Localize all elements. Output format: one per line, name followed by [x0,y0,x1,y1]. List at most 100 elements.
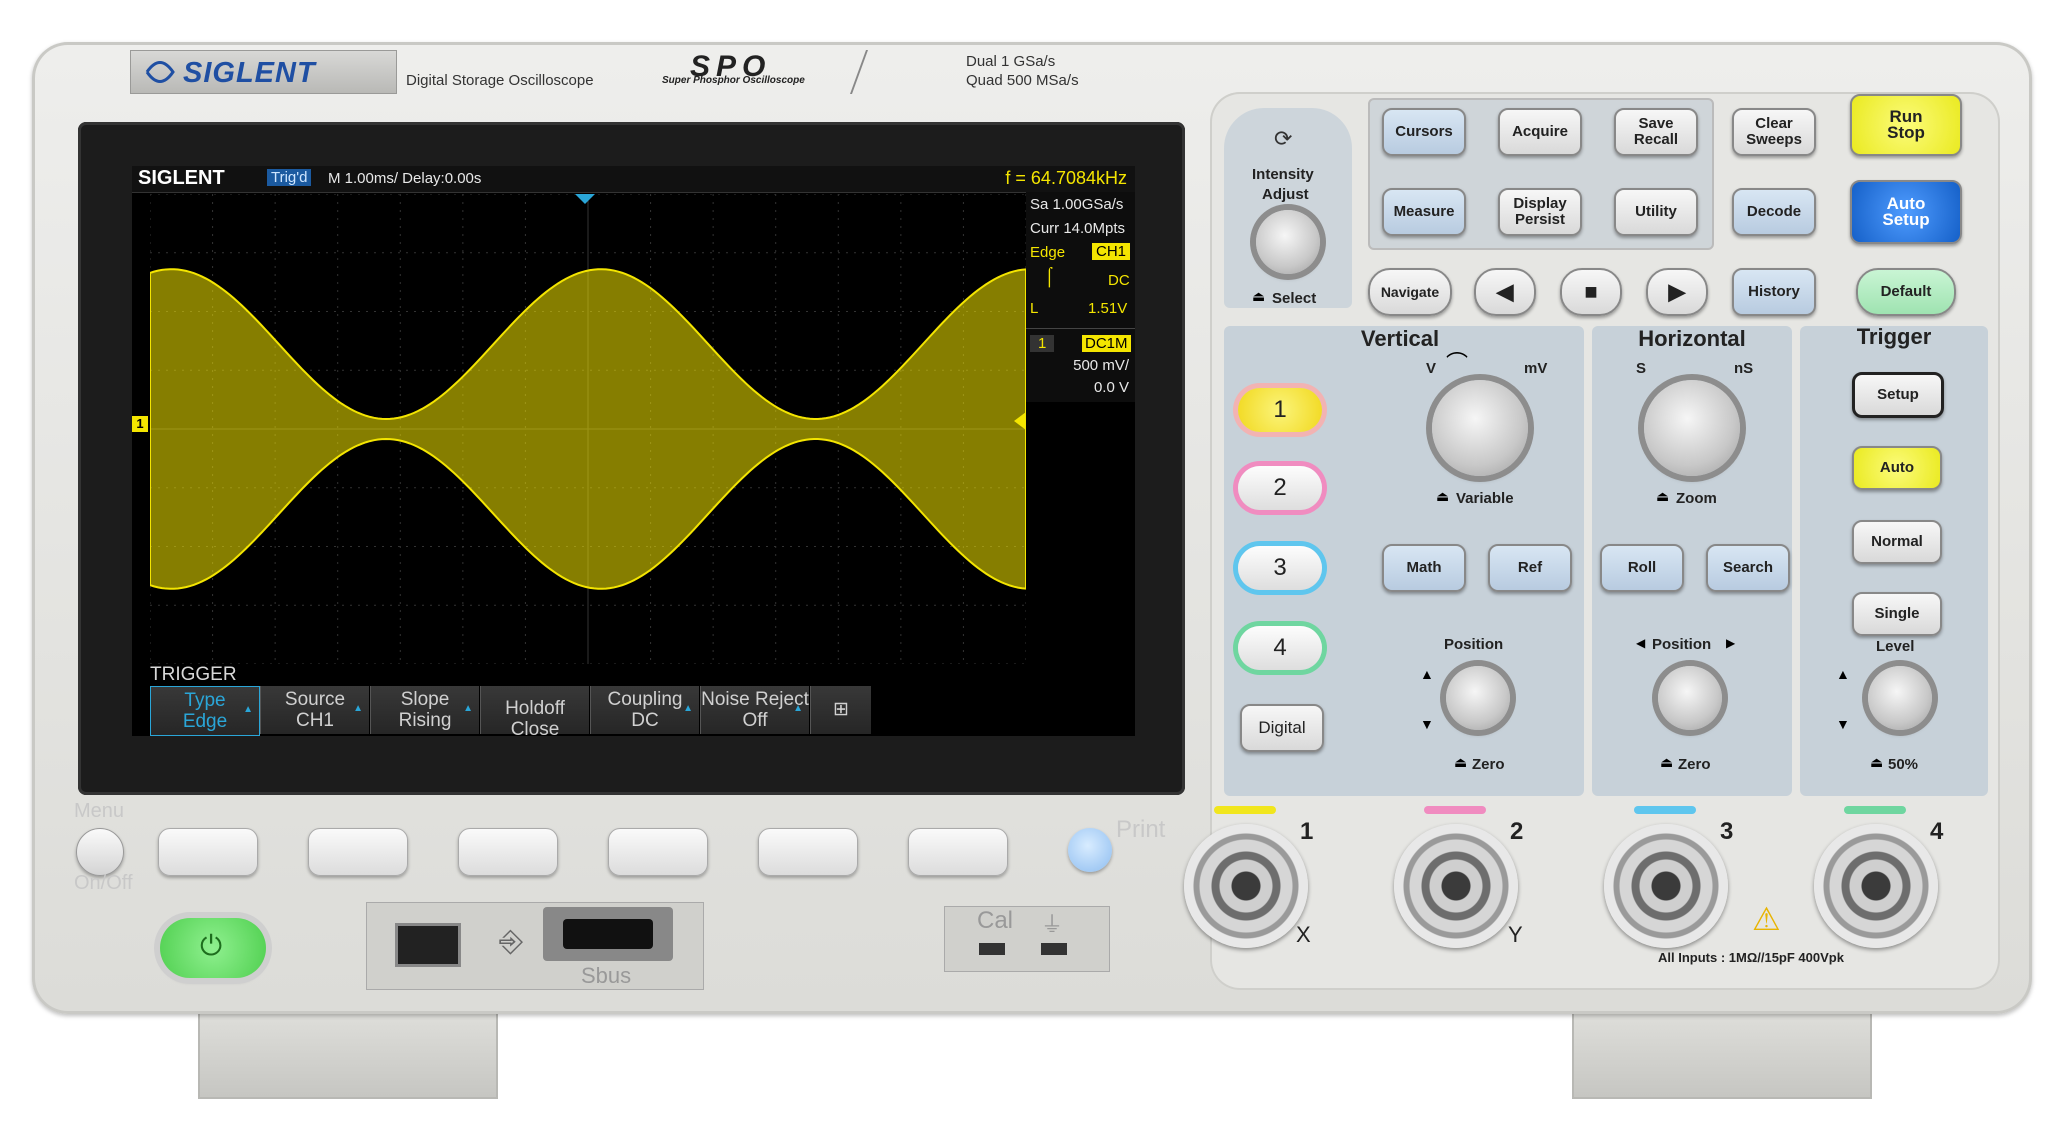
y-label: Y [1508,922,1523,947]
default-button[interactable]: Default [1856,268,1956,316]
timebase-readout: M 1.00ms/ Delay:0.00s [328,170,482,187]
screen-brand: SIGLENT [138,167,225,189]
spo-tagline: Super Phosphor Oscilloscope [662,75,805,86]
ch1-scale: 500 mV/ [1073,357,1129,374]
ch1-button[interactable]: 1 [1238,388,1322,432]
auto-setup-button[interactable]: Auto Setup [1850,180,1962,244]
next-button[interactable]: ▶ [1646,268,1708,316]
display-screen: SIGLENT Trig'd M 1.00ms/ Delay:0.00s f =… [132,166,1135,740]
print-button[interactable] [1068,828,1112,872]
trigger-setup-button[interactable]: Setup [1852,372,1944,418]
memory-depth: Curr 14.0Mpts [1030,220,1126,237]
trigger-single-button[interactable]: Single [1852,592,1942,636]
sbus-label: Sbus [581,963,632,988]
ch2-bnc-connector[interactable] [1394,824,1518,948]
previous-button[interactable]: ◀ [1474,268,1536,316]
ch2-button[interactable]: 2 [1238,466,1322,510]
intensity-knob-icon: ⟳ [1274,126,1293,151]
input-4-label: 4 [1930,818,1944,845]
trigger-auto-button[interactable]: Auto [1852,446,1942,490]
horizontal-zero-label: Zero [1678,756,1711,773]
softkey-button-3[interactable] [458,828,558,876]
ch3-button[interactable]: 3 [1238,546,1322,590]
vertical-position-label: Position [1444,636,1504,653]
brand-logo: SIGLENT [183,57,316,89]
trigger-title: Trigger [1856,324,1932,349]
fifty-press-icon: ⏏ [1870,754,1884,770]
save-label: Save [1638,115,1674,132]
display-label: Display [1513,195,1567,212]
ch4-bnc-connector[interactable] [1814,824,1938,948]
save-recall-button[interactable]: Save Recall [1614,108,1698,156]
horizontal-position-knob[interactable] [1658,666,1722,730]
input-1-label: 1 [1300,818,1314,845]
ch4-button[interactable]: 4 [1238,626,1322,670]
measure-label: Measure [1393,203,1455,220]
intensity-knob[interactable] [1256,210,1320,274]
sweeps-label: Sweeps [1746,131,1802,148]
trigger-level-knob[interactable] [1868,666,1932,730]
softkey-button-5[interactable] [758,828,858,876]
stop-nav-button[interactable]: ■ [1560,268,1622,316]
navigate-label: Navigate [1380,284,1440,300]
history-button[interactable]: History [1732,268,1816,316]
usb-port [395,923,461,967]
digital-button[interactable]: Digital [1240,704,1324,752]
softkey-button-2[interactable] [308,828,408,876]
math-button[interactable]: Math [1382,544,1466,592]
ch2-button-label: 2 [1273,474,1287,501]
ch3-button-label: 3 [1273,554,1287,581]
acquire-button[interactable]: Acquire [1498,108,1582,156]
horizontal-position-label: Position [1652,636,1712,653]
acquire-label: Acquire [1512,123,1568,140]
level-down-icon: ▼ [1836,716,1850,732]
trigger-setup-label: Setup [1877,386,1919,403]
run-stop-button[interactable]: Run Stop [1850,94,1962,156]
trigger-position-marker [575,194,595,204]
trigger-source: CH1 [1092,243,1131,260]
vertical-zero-press-icon: ⏏ [1454,754,1468,770]
display-persist-button[interactable]: Display Persist [1498,188,1582,236]
softkey-up-arrow-icon: ▲ [793,703,803,714]
zoom-label: Zoom [1676,490,1717,507]
measure-button[interactable]: Measure [1382,188,1466,236]
menu-onoff-button[interactable] [76,828,124,876]
clear-sweeps-button[interactable]: Clear Sweeps [1732,108,1816,156]
ch3-bnc-connector[interactable] [1604,824,1728,948]
zoom-press-icon: ⏏ [1656,488,1670,504]
vertical-scale-knob[interactable] [1432,380,1528,476]
brand-swirl-icon [145,61,175,83]
warning-icon: ⚠ [1752,901,1781,937]
scale-arc-icon: ⌒ [1446,351,1469,376]
softkey-4-line1: Holdoff Close [505,698,565,740]
softkey-3: Slope Rising ▲ [370,686,479,734]
softkey-button-4[interactable] [608,828,708,876]
press-icon: ⏏ [1252,288,1266,304]
search-button[interactable]: Search [1706,544,1790,592]
softkey-button-6[interactable] [908,828,1008,876]
navigate-button[interactable]: Navigate [1368,268,1452,316]
cursors-button[interactable]: Cursors [1382,108,1466,156]
input-3-label: 3 [1720,818,1734,845]
info-panel: Sa 1.00GSa/s Curr 14.0Mpts Edge CH1 ⌠ DC… [1026,192,1135,402]
horizontal-scale-knob[interactable] [1644,380,1740,476]
softkey-button-1[interactable] [158,828,258,876]
ref-button[interactable]: Ref [1488,544,1572,592]
trigger-type: Edge [1030,244,1066,261]
adjust-label: Adjust [1262,186,1309,203]
vertical-position-knob[interactable] [1446,666,1510,730]
ch1-bnc-connector[interactable] [1184,824,1308,948]
status-bar: SIGLENT Trig'd M 1.00ms/ Delay:0.00s f =… [132,166,1135,193]
softkey-5: Coupling DC ▲ [590,686,699,734]
roll-button[interactable]: Roll [1600,544,1684,592]
ch1-button-label: 1 [1273,396,1287,423]
right-foot [1572,1005,1872,1099]
history-label: History [1748,283,1800,300]
power-button[interactable]: ⏻ [160,918,266,978]
trigger-normal-button[interactable]: Normal [1852,520,1942,564]
decode-button[interactable]: Decode [1732,188,1816,236]
sbus-port[interactable] [543,907,673,961]
v-label: V [1426,360,1437,377]
trigger-normal-label: Normal [1871,533,1923,550]
utility-button[interactable]: Utility [1614,188,1698,236]
